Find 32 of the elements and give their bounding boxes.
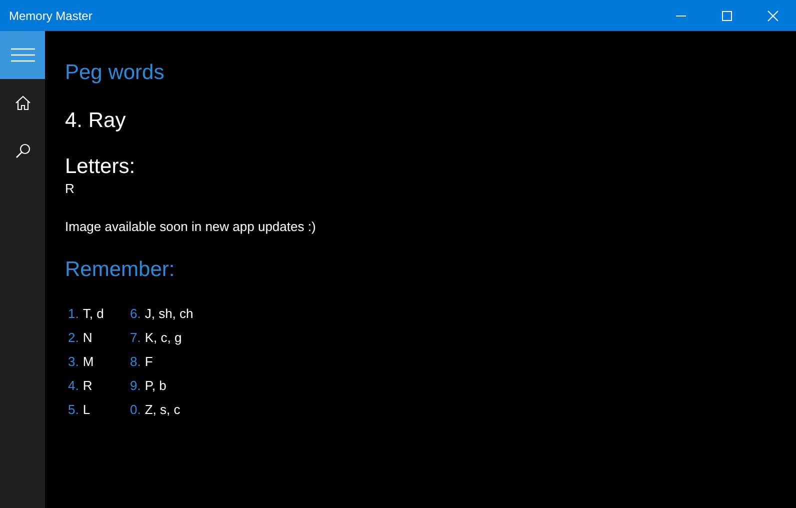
home-icon	[14, 95, 30, 111]
list-number: 0.	[130, 401, 141, 419]
close-icon	[767, 10, 779, 22]
list-number: 7.	[130, 329, 141, 347]
list-number: 8.	[130, 353, 141, 371]
letters-value: R	[65, 180, 74, 198]
list-letters: J, sh, ch	[144, 305, 194, 323]
list-letters: L	[82, 401, 90, 419]
list-number: 6.	[130, 305, 141, 323]
peg-word: 4. Ray	[65, 108, 126, 134]
list-letters: M	[82, 353, 94, 371]
remember-heading: Remember:	[65, 257, 175, 283]
letters-label: Letters:	[65, 154, 136, 180]
list-letters: R	[82, 377, 92, 395]
window-title: Memory Master	[8, 8, 94, 22]
list-number: 2.	[68, 329, 79, 347]
maximize-icon	[721, 10, 733, 22]
list-letters: Z, s, c	[144, 401, 180, 419]
menu-icon	[10, 48, 34, 62]
list-letters: K, c, g	[144, 329, 182, 347]
list-letters: N	[82, 329, 92, 347]
list-letters: P, b	[144, 377, 166, 395]
list-letters: T, d	[82, 305, 104, 323]
image-note: Image available soon in new app updates :)	[65, 218, 316, 236]
page-heading: Peg words	[65, 60, 164, 86]
list-number: 5.	[68, 401, 79, 419]
list-number: 9.	[130, 377, 141, 395]
list-number: 1.	[68, 305, 79, 323]
search-icon	[14, 143, 30, 159]
list-letters: F	[144, 353, 153, 371]
list-number: 3.	[68, 353, 79, 371]
list-number: 4.	[68, 377, 79, 395]
